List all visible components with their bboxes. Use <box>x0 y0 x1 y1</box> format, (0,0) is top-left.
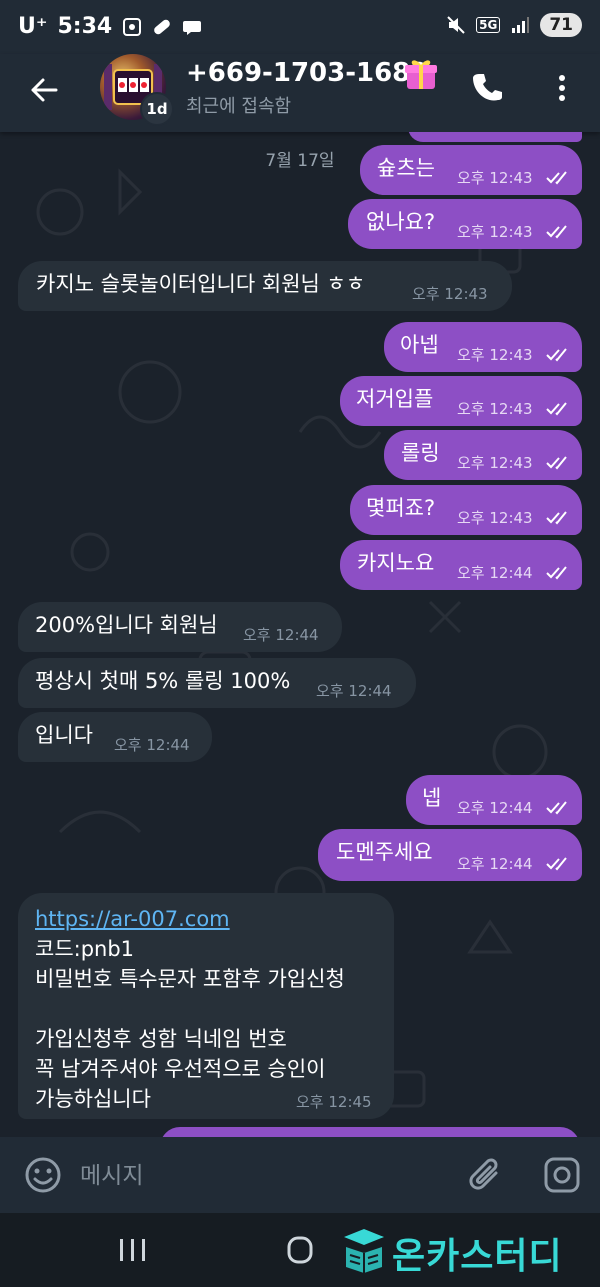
carrier-label: U⁺ <box>18 14 48 39</box>
message-time: 오후 12:44 <box>457 564 533 582</box>
message-time: 오후 12:44 <box>457 799 533 817</box>
double-check-icon <box>546 801 567 815</box>
signal-icon <box>512 17 530 33</box>
double-check-icon <box>546 566 567 580</box>
home-icon[interactable] <box>287 1236 313 1264</box>
message-bubble-incoming[interactable]: 200%입니다 회원님 오후 12:44 <box>18 602 342 652</box>
message-bubble-partial[interactable] <box>408 132 582 142</box>
camera-icon[interactable] <box>542 1155 582 1195</box>
message-link[interactable]: https://ar-007.com <box>35 904 345 934</box>
message-time: 오후 12:44 <box>114 736 190 754</box>
message-text: 도멘주세요 <box>336 840 433 864</box>
message-bubble-incoming[interactable]: 평상시 첫매 5% 롤링 100% 오후 12:44 <box>18 658 416 708</box>
status-left: U⁺ 5:34 <box>18 14 202 39</box>
message-bubble-outgoing[interactable]: 카지노요 오후 12:44 <box>340 540 582 590</box>
double-check-icon <box>546 225 567 239</box>
message-bubble-incoming[interactable]: 입니다 오후 12:44 <box>18 712 212 762</box>
recents-icon[interactable] <box>116 1237 150 1263</box>
message-list[interactable]: 7월 17일 슢츠는 오후 12:43 없나요? 오후 12:43 카지노 슬롯… <box>0 132 600 1137</box>
message-bubble-outgoing[interactable]: 저거입플 오후 12:43 <box>340 376 582 426</box>
message-line: 가입신청후 성함 닉네임 번호 <box>35 1027 287 1051</box>
message-time: 오후 12:43 <box>457 509 533 527</box>
last-seen-status: 최근에 접속함 <box>186 96 292 117</box>
message-time: 오후 12:43 <box>457 346 533 364</box>
message-time: 오후 12:43 <box>457 169 533 187</box>
chat-header: 1d +669-1703-1689 최근에 접속함 <box>0 54 600 132</box>
message-bubble-outgoing[interactable]: 넵 오후 12:44 <box>406 775 582 825</box>
message-time: 오후 12:43 <box>457 223 533 241</box>
system-navigation-bar: 온카스터디 <box>0 1213 600 1287</box>
pill-icon <box>154 19 171 34</box>
message-text: 저거입플 <box>356 387 434 411</box>
phone-icon[interactable] <box>470 70 506 106</box>
back-arrow-icon[interactable] <box>26 72 62 108</box>
message-time: 오후 12:43 <box>457 400 533 418</box>
double-check-icon <box>546 348 567 362</box>
book-logo-icon <box>344 1229 384 1273</box>
message-text: 몇퍼죠? <box>366 496 436 520</box>
mute-icon <box>447 16 465 34</box>
network-label: 5G <box>476 17 501 33</box>
message-text: 카지노 슬롯놀이터입니다 회원님 ㅎㅎ <box>36 272 366 296</box>
message-bubble-outgoing[interactable]: 롤링 오후 12:43 <box>384 430 582 480</box>
date-divider: 7월 17일 <box>265 151 335 171</box>
message-time: 오후 12:44 <box>316 682 392 700</box>
clock: 5:34 <box>57 14 113 39</box>
message-input[interactable] <box>78 1153 462 1199</box>
status-bar: U⁺ 5:34 5G 71 <box>0 0 600 54</box>
watermark-text: 온카스터디 <box>392 1236 563 1277</box>
message-composer <box>0 1137 600 1213</box>
more-vert-icon[interactable] <box>550 70 574 106</box>
message-text: 넵 <box>422 786 442 810</box>
message-text: 입니다 <box>35 723 93 747</box>
avatar-story-badge: 1d <box>140 92 174 126</box>
message-text: 200%입니다 회원님 <box>35 613 218 637</box>
double-check-icon <box>546 511 567 525</box>
message-text: 슢츠는 <box>377 156 435 180</box>
message-line: 비밀번호 특수문자 포함후 가입신청 <box>35 967 345 991</box>
message-bubble-outgoing[interactable]: 도멘주세요 오후 12:44 <box>318 829 582 881</box>
message-bubble-outgoing[interactable]: 아넵 오후 12:43 <box>384 322 582 372</box>
message-bubble-outgoing[interactable]: 없나요? 오후 12:43 <box>348 199 582 249</box>
message-time: 오후 12:43 <box>457 454 533 472</box>
attach-icon[interactable] <box>466 1153 506 1197</box>
message-time: 오후 12:43 <box>412 285 488 303</box>
message-text: 롤링 <box>401 441 440 465</box>
double-check-icon <box>546 857 567 871</box>
double-check-icon <box>546 402 567 416</box>
message-line: 꼭 남겨주셔야 우선적으로 승인이 <box>35 1057 326 1081</box>
message-body: https://ar-007.com 코드:pnb1 비밀번호 특수문자 포함후… <box>35 904 345 1114</box>
battery-indicator: 71 <box>540 13 582 37</box>
message-bubble-incoming[interactable]: 카지노 슬롯놀이터입니다 회원님 ㅎㅎ 오후 12:43 <box>18 261 512 311</box>
gift-icon[interactable] <box>403 57 439 91</box>
emoji-icon[interactable] <box>24 1156 62 1194</box>
chat-bubble-icon <box>183 20 202 35</box>
double-check-icon <box>546 171 567 185</box>
message-text: 평상시 첫매 5% 롤링 100% <box>35 669 291 693</box>
watermark: 온카스터디 <box>340 1223 596 1277</box>
message-line: 코드:pnb1 <box>35 937 135 961</box>
message-time: 오후 12:45 <box>296 1093 372 1111</box>
message-time: 오후 12:44 <box>243 626 319 644</box>
message-text: 아넵 <box>400 333 439 357</box>
message-bubble-outgoing[interactable]: 슢츠는 오후 12:43 <box>360 145 582 195</box>
message-time: 오후 12:44 <box>457 855 533 873</box>
message-bubble-outgoing[interactable]: 몇퍼죠? 오후 12:43 <box>350 485 582 535</box>
contact-name[interactable]: +669-1703-1689 <box>186 58 428 88</box>
screenshot-icon <box>123 17 142 36</box>
message-line <box>35 994 345 1024</box>
message-text: 카지노요 <box>357 551 435 575</box>
double-check-icon <box>546 456 567 470</box>
message-bubble-incoming-multiline[interactable]: https://ar-007.com 코드:pnb1 비밀번호 특수문자 포함후… <box>18 893 394 1119</box>
status-right: 5G 71 <box>446 13 582 37</box>
message-text: 없나요? <box>366 210 436 234</box>
message-bubble-partial[interactable] <box>160 1127 580 1137</box>
